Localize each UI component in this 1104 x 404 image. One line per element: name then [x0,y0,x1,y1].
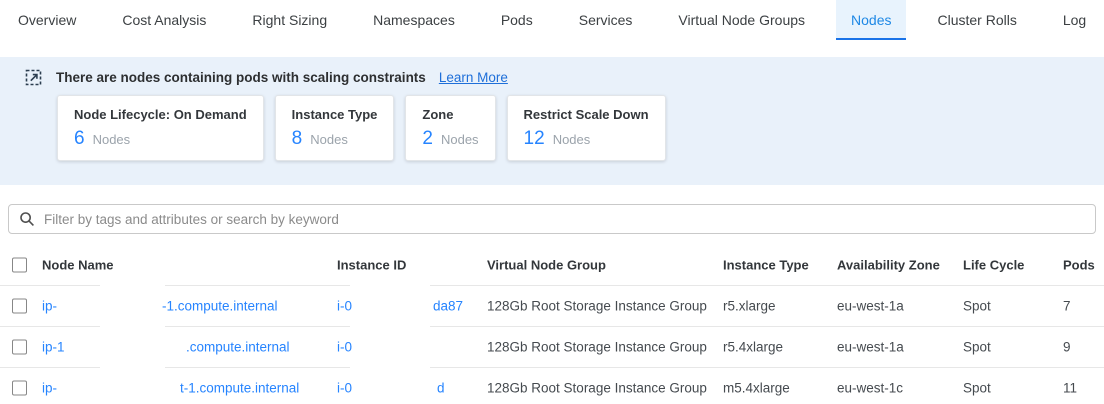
node-name-suffix[interactable]: t-1.compute.internal [180,381,299,396]
tab-nodes[interactable]: Nodes [836,0,906,40]
col-node-name: Node Name [42,257,114,272]
scaling-constraints-banner: There are nodes containing pods with sca… [0,57,1104,185]
instance-id-prefix[interactable]: i-0 [337,340,352,355]
instance-id-suffix[interactable]: da87 [433,299,463,314]
card-zone[interactable]: Zone 2 Nodes [405,95,495,161]
card-value: 8 [292,128,303,150]
filter-bar [8,204,1096,234]
tab-overview[interactable]: Overview [3,0,91,40]
col-pods: Pods [1063,257,1095,272]
card-value: 12 [524,128,545,150]
table-row: ip-1 .compute.internal i-0 128Gb Root St… [0,327,1104,367]
availability-zone-cell: eu-west-1a [837,299,904,314]
node-name-prefix[interactable]: ip- [42,299,57,314]
search-icon [19,211,35,227]
tab-pods[interactable]: Pods [486,0,548,40]
col-availability-zone: Availability Zone [837,257,940,272]
nodes-table: Node Name Instance ID Virtual Node Group… [0,244,1104,404]
node-name-suffix[interactable]: .compute.internal [186,340,290,355]
node-name-prefix[interactable]: ip- [42,381,57,396]
table-header-row: Node Name Instance ID Virtual Node Group… [0,244,1104,285]
banner-message: There are nodes containing pods with sca… [56,70,426,85]
instance-id-prefix[interactable]: i-0 [337,381,352,396]
row-checkbox[interactable] [12,299,27,314]
virtual-node-group-cell: 128Gb Root Storage Instance Group [487,340,707,355]
pods-cell: 7 [1063,299,1071,314]
tab-cost-analysis[interactable]: Cost Analysis [107,0,221,40]
node-name-prefix[interactable]: ip-1 [42,340,65,355]
life-cycle-cell: Spot [963,299,991,314]
card-unit: Nodes [93,132,131,147]
col-virtual-node-group: Virtual Node Group [487,257,606,272]
table-row: ip- -1.compute.internal i-0 da87 128Gb R… [0,286,1104,326]
select-all-checkbox[interactable] [12,257,27,272]
col-life-cycle: Life Cycle [963,257,1024,272]
card-title: Restrict Scale Down [524,107,649,122]
cluster-tab-bar: Overview Cost Analysis Right Sizing Name… [3,0,1104,40]
instance-id-prefix[interactable]: i-0 [337,299,352,314]
card-title: Instance Type [292,107,378,122]
tab-services[interactable]: Services [564,0,648,40]
virtual-node-group-cell: 128Gb Root Storage Instance Group [487,299,707,314]
tab-namespaces[interactable]: Namespaces [358,0,470,40]
tab-log[interactable]: Log [1048,0,1101,40]
card-node-lifecycle[interactable]: Node Lifecycle: On Demand 6 Nodes [57,95,264,161]
constraint-cards: Node Lifecycle: On Demand 6 Nodes Instan… [57,95,1104,161]
card-instance-type[interactable]: Instance Type 8 Nodes [275,95,395,161]
card-restrict-scale-down[interactable]: Restrict Scale Down 12 Nodes [507,95,666,161]
pods-cell: 9 [1063,340,1071,355]
availability-zone-cell: eu-west-1c [837,381,903,396]
col-instance-type: Instance Type [723,257,809,272]
instance-type-cell: r5.xlarge [723,299,776,314]
card-unit: Nodes [441,132,479,147]
tab-virtual-node-groups[interactable]: Virtual Node Groups [663,0,820,40]
card-value: 2 [422,128,433,150]
availability-zone-cell: eu-west-1a [837,340,904,355]
node-name-suffix[interactable]: -1.compute.internal [162,299,278,314]
card-unit: Nodes [310,132,348,147]
row-checkbox[interactable] [12,340,27,355]
card-value: 6 [74,128,85,150]
tab-cluster-rolls[interactable]: Cluster Rolls [922,0,1031,40]
row-checkbox[interactable] [12,381,27,396]
tab-right-sizing[interactable]: Right Sizing [237,0,342,40]
card-title: Node Lifecycle: On Demand [74,107,247,122]
scale-arrow-icon [25,68,43,86]
life-cycle-cell: Spot [963,381,991,396]
instance-type-cell: m5.4xlarge [723,381,790,396]
card-unit: Nodes [553,132,591,147]
card-title: Zone [422,107,478,122]
pods-cell: 11 [1063,381,1077,396]
table-row: ip- t-1.compute.internal i-0 d 128Gb Roo… [0,368,1104,404]
instance-id-suffix[interactable]: d [437,381,445,396]
life-cycle-cell: Spot [963,340,991,355]
learn-more-link[interactable]: Learn More [439,70,508,85]
filter-input[interactable] [44,212,1085,227]
col-instance-id: Instance ID [337,257,406,272]
instance-type-cell: r5.4xlarge [723,340,783,355]
virtual-node-group-cell: 128Gb Root Storage Instance Group [487,381,707,396]
